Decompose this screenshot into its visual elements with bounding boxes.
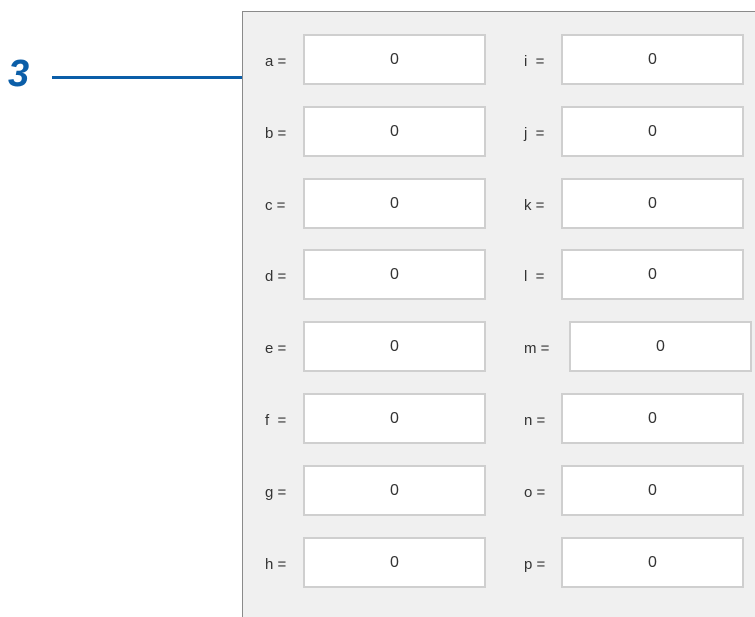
coefficient-label-b: b = xyxy=(265,125,287,142)
coefficient-field-e[interactable] xyxy=(303,321,486,372)
coefficient-field-f[interactable] xyxy=(303,393,486,444)
coefficient-field-b[interactable] xyxy=(303,106,486,157)
coefficient-row-k: k = xyxy=(513,178,753,234)
coefficient-field-a[interactable] xyxy=(303,34,486,85)
coefficient-row-f: f = xyxy=(243,393,503,449)
coefficient-field-j[interactable] xyxy=(561,106,744,157)
coefficient-row-l: l = xyxy=(513,249,753,305)
coefficient-field-m[interactable] xyxy=(569,321,752,372)
coefficient-field-k[interactable] xyxy=(561,178,744,229)
coefficient-field-n[interactable] xyxy=(561,393,744,444)
coefficient-row-g: g = xyxy=(243,465,503,521)
coefficient-field-g[interactable] xyxy=(303,465,486,516)
coefficient-row-h: h = xyxy=(243,537,503,593)
coefficient-label-o: o = xyxy=(524,484,546,501)
coefficient-label-p: p = xyxy=(524,556,546,573)
coefficient-label-j: j = xyxy=(524,125,545,142)
coefficient-field-l[interactable] xyxy=(561,249,744,300)
coefficient-row-j: j = xyxy=(513,106,753,162)
coefficient-field-o[interactable] xyxy=(561,465,744,516)
coefficient-label-n: n = xyxy=(524,412,546,429)
coefficient-row-m: m = xyxy=(513,321,753,377)
coefficient-field-c[interactable] xyxy=(303,178,486,229)
coefficient-label-m: m = xyxy=(524,340,550,357)
coefficient-label-e: e = xyxy=(265,340,287,357)
callout-number: 3 xyxy=(8,53,30,95)
coefficient-label-c: c = xyxy=(265,197,286,214)
coefficient-row-a: a = xyxy=(243,34,503,90)
coefficient-row-c: c = xyxy=(243,178,503,234)
coefficient-label-i: i = xyxy=(524,53,545,70)
coefficient-panel: a = b = c = d = e = f = g = h = i = j = … xyxy=(242,11,755,617)
coefficient-row-b: b = xyxy=(243,106,503,162)
coefficient-label-h: h = xyxy=(265,556,287,573)
coefficient-label-g: g = xyxy=(265,484,287,501)
coefficient-label-a: a = xyxy=(265,53,287,70)
coefficient-row-i: i = xyxy=(513,34,753,90)
coefficient-row-p: p = xyxy=(513,537,753,593)
coefficient-label-l: l = xyxy=(524,268,545,285)
coefficient-row-o: o = xyxy=(513,465,753,521)
coefficient-label-f: f = xyxy=(265,412,287,429)
coefficient-field-p[interactable] xyxy=(561,537,744,588)
coefficient-label-d: d = xyxy=(265,268,287,285)
coefficient-row-d: d = xyxy=(243,249,503,305)
coefficient-field-d[interactable] xyxy=(303,249,486,300)
coefficient-row-e: e = xyxy=(243,321,503,377)
coefficient-field-i[interactable] xyxy=(561,34,744,85)
coefficient-label-k: k = xyxy=(524,197,545,214)
coefficient-field-h[interactable] xyxy=(303,537,486,588)
coefficient-row-n: n = xyxy=(513,393,753,449)
